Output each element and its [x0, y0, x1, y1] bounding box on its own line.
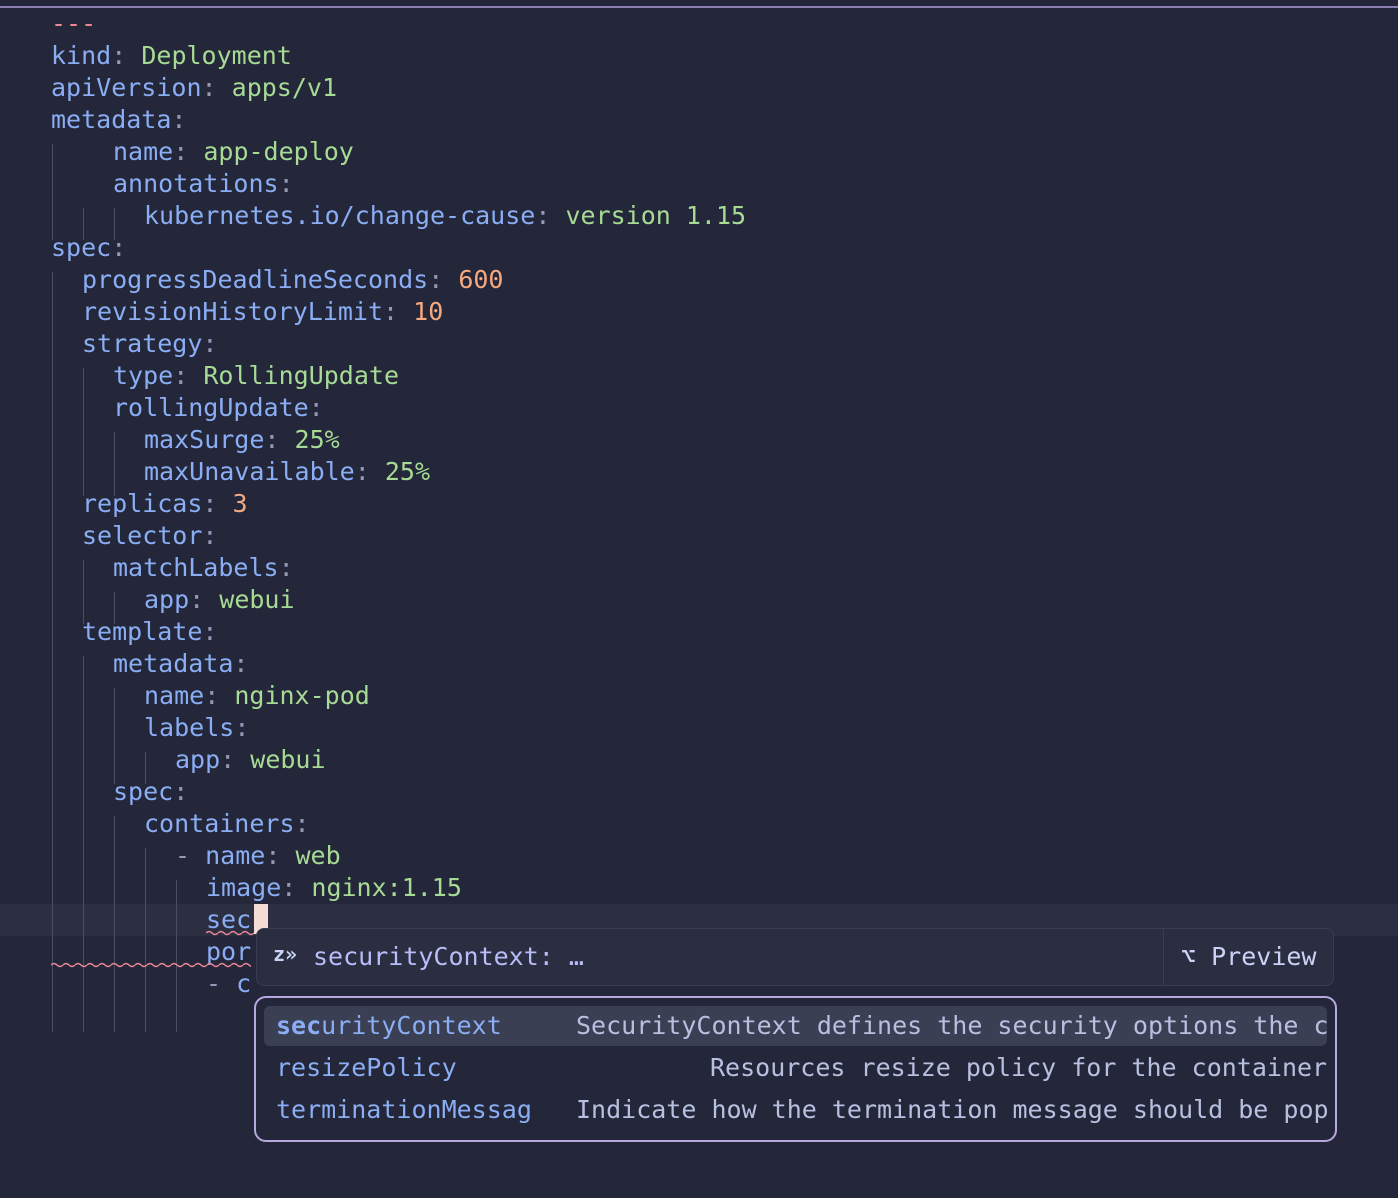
code-line: name: nginx-pod [144, 681, 370, 710]
code-line: matchLabels: [113, 553, 294, 582]
indent-guide [114, 432, 115, 496]
indent-guide [114, 688, 115, 784]
indent-guide [52, 144, 53, 240]
completion-item-resizepolicy[interactable]: resizePolicy Resources resize policy for… [264, 1048, 1327, 1088]
code-line: - name: web [175, 841, 341, 870]
code-line: labels: [144, 713, 250, 742]
code-line: kubernetes.io/change-cause: version 1.15 [144, 201, 747, 230]
code-line: --- [51, 9, 97, 38]
inline-completion-hint[interactable]: z» securityContext: … ⌥ Preview [256, 928, 1334, 986]
code-line: metadata: [51, 105, 187, 134]
code-line: image: nginx:1.15 [206, 873, 462, 902]
preview-label: Preview [1211, 942, 1317, 971]
code-line: apiVersion: apps/v1 [51, 73, 337, 102]
indent-guide [83, 656, 84, 1032]
inline-completion-text: securityContext: … [313, 942, 584, 971]
option-key-icon: ⌥ [1181, 942, 1197, 971]
error-squiggle [206, 930, 254, 936]
completion-item-terminationmessage[interactable]: terminationMessag Indicate how the termi… [264, 1090, 1327, 1130]
code-line: maxSurge: 25% [144, 425, 340, 454]
completion-label: securityContext [276, 1011, 502, 1040]
completion-detail: Indicate how the termination message sho… [576, 1095, 1327, 1124]
completion-detail: Resources resize policy for the containe… [710, 1053, 1327, 1082]
indent-guide [83, 560, 84, 624]
code-line: strategy: [82, 329, 218, 358]
completion-detail: SecurityContext defines the security opt… [576, 1011, 1327, 1040]
code-line: progressDeadlineSeconds: 600 [82, 265, 504, 294]
code-line: - c [206, 969, 252, 998]
code-line: maxUnavailable: 25% [144, 457, 430, 486]
preview-button[interactable]: ⌥ Preview [1181, 942, 1316, 971]
indent-guide [176, 880, 177, 1032]
code-line: rollingUpdate: [113, 393, 324, 422]
indent-guide [114, 816, 115, 1032]
code-line: replicas: 3 [82, 489, 248, 518]
code-line: type: RollingUpdate [113, 361, 400, 390]
zed-predict-icon: z» [273, 942, 298, 966]
completion-label: terminationMessag [276, 1095, 532, 1124]
code-line: containers: [144, 809, 310, 838]
completion-menu[interactable]: securityContext SecurityContext defines … [254, 996, 1337, 1142]
indent-guide [145, 848, 146, 1032]
window-top-border [0, 0, 1398, 8]
code-line: revisionHistoryLimit: 10 [82, 297, 444, 326]
error-squiggle [51, 962, 251, 968]
hint-divider [1163, 929, 1164, 985]
code-line: metadata: [113, 649, 249, 678]
code-line: spec: [51, 233, 127, 262]
completion-label: resizePolicy [276, 1053, 457, 1082]
indent-guide [52, 272, 53, 1032]
code-line: kind: Deployment [51, 41, 292, 70]
code-line: app: webui [175, 745, 326, 774]
completion-item-securitycontext[interactable]: securityContext SecurityContext defines … [264, 1006, 1327, 1046]
code-line: selector: [82, 521, 218, 550]
code-line: template: [82, 617, 218, 646]
code-line: spec: [113, 777, 189, 806]
code-line: name: app-deploy [113, 137, 354, 166]
code-line: annotations: [113, 169, 294, 198]
indent-guide [83, 368, 84, 496]
code-line: app: webui [144, 585, 295, 614]
